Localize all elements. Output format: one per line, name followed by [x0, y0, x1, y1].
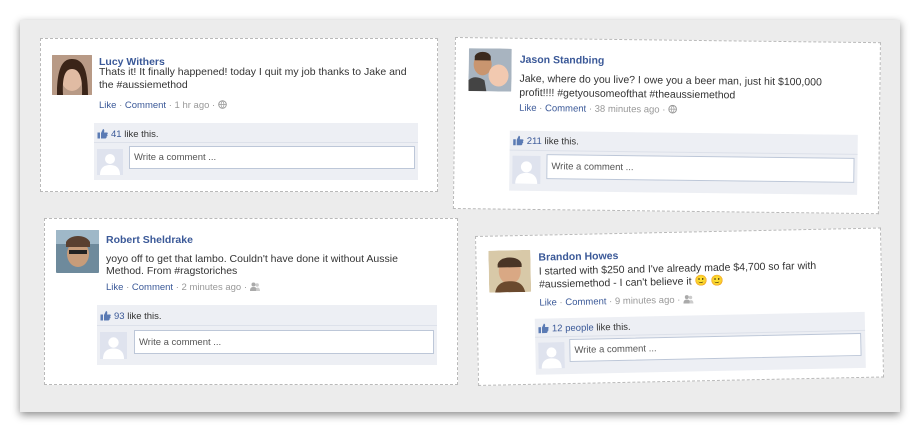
- comment-avatar: [97, 149, 123, 175]
- comment-link[interactable]: Comment: [132, 282, 173, 293]
- post-author[interactable]: Robert Sheldrake: [106, 234, 193, 246]
- like-count[interactable]: 12 people: [552, 323, 594, 335]
- like-suffix: like this.: [596, 321, 631, 334]
- post-meta: Like · Comment · 1 hr ago ·: [99, 100, 227, 111]
- comment-input[interactable]: Write a comment ...: [569, 332, 862, 363]
- comment-link[interactable]: Comment: [125, 100, 166, 111]
- comment-input[interactable]: Write a comment ...: [134, 330, 434, 354]
- separator: ·: [212, 100, 216, 111]
- thumbs-up-icon: [97, 129, 108, 139]
- separator: ·: [126, 282, 130, 293]
- feedback-box: 12 people like this. Write a comment ...: [534, 311, 866, 375]
- like-link[interactable]: Like: [519, 103, 537, 114]
- comment-avatar: [512, 155, 541, 185]
- post-card-brandon: Brandon Howes I started with $250 and I'…: [475, 227, 885, 386]
- post-meta: Like · Comment · 38 minutes ago ·: [519, 103, 677, 116]
- thumbs-up-icon: [100, 311, 111, 321]
- like-count[interactable]: 41: [111, 129, 122, 140]
- like-summary: 211 like this.: [513, 135, 579, 148]
- thumbs-up-icon: [538, 323, 549, 334]
- separator: ·: [588, 103, 593, 115]
- post-author[interactable]: Jason Standbing: [520, 54, 605, 67]
- profile-photo: [468, 48, 512, 92]
- avatar[interactable]: [468, 48, 512, 92]
- like-suffix: like this.: [127, 311, 162, 322]
- post-card-jason: Jason Standbing Jake, where do you live?…: [452, 37, 881, 215]
- default-avatar-icon: [538, 342, 565, 369]
- post-card-lucy: Lucy Withers Thats it! It finally happen…: [40, 38, 438, 192]
- comment-avatar: [538, 342, 565, 369]
- divider: [94, 142, 418, 143]
- friends-icon: [249, 282, 260, 291]
- post-author[interactable]: Brandon Howes: [538, 250, 618, 264]
- timestamp[interactable]: 2 minutes ago: [182, 282, 242, 293]
- post-card-robert: Robert Sheldrake yoyo off to get that la…: [44, 218, 458, 385]
- timestamp[interactable]: 9 minutes ago: [615, 295, 675, 307]
- separator: ·: [662, 104, 666, 116]
- profile-photo: [488, 249, 532, 293]
- comment-link[interactable]: Comment: [565, 296, 606, 308]
- feedback-box: 41 like this. Write a comment ...: [94, 123, 418, 180]
- avatar[interactable]: [488, 249, 532, 293]
- friends-icon: [683, 295, 694, 304]
- globe-icon: [668, 104, 677, 114]
- default-avatar-icon: [97, 149, 123, 175]
- like-summary: 41 like this.: [97, 128, 159, 140]
- feedback-box: 93 like this. Write a comment ...: [97, 305, 437, 365]
- post-text-line2: profit!!!! #getyousomeofthat #theaussiem…: [519, 86, 736, 102]
- post-text-line2: Method. From #ragstoriches: [106, 265, 238, 277]
- separator: ·: [559, 297, 563, 309]
- like-suffix: like this.: [544, 136, 579, 148]
- default-avatar-icon: [100, 332, 127, 359]
- comment-input[interactable]: Write a comment ...: [546, 154, 855, 183]
- avatar[interactable]: [52, 55, 92, 95]
- like-summary: 12 people like this.: [538, 321, 631, 335]
- like-count[interactable]: 211: [527, 136, 542, 147]
- timestamp[interactable]: 38 minutes ago: [595, 104, 660, 116]
- separator: ·: [175, 282, 179, 293]
- separator: ·: [243, 282, 248, 293]
- post-text-line1: Thats it! It finally happened! today I q…: [99, 66, 407, 78]
- post-meta: Like · Comment · 2 minutes ago ·: [106, 282, 260, 293]
- globe-icon: [218, 100, 227, 109]
- like-count[interactable]: 93: [114, 311, 125, 322]
- post-text-line2: #aussiemethod - I can't believe it 🙂 🙂: [538, 274, 724, 291]
- like-summary: 93 like this.: [100, 310, 162, 322]
- post-meta: Like · Comment · 9 minutes ago ·: [539, 294, 694, 309]
- separator: ·: [677, 294, 681, 306]
- separator: ·: [119, 100, 123, 111]
- like-suffix: like this.: [124, 129, 159, 140]
- like-link[interactable]: Like: [539, 297, 557, 308]
- separator: ·: [609, 296, 613, 308]
- avatar[interactable]: [56, 230, 99, 273]
- comment-input[interactable]: Write a comment ...: [129, 146, 415, 169]
- divider: [97, 325, 437, 326]
- thumbs-up-icon: [513, 135, 524, 146]
- profile-photo: [56, 230, 99, 273]
- separator: ·: [168, 100, 172, 111]
- like-link[interactable]: Like: [99, 100, 116, 111]
- post-text-line2: the #aussiemethod: [99, 79, 188, 91]
- separator: ·: [539, 103, 543, 115]
- timestamp[interactable]: 1 hr ago: [175, 100, 210, 111]
- profile-photo: [52, 55, 92, 95]
- comment-avatar: [100, 332, 127, 359]
- comment-link[interactable]: Comment: [545, 103, 586, 115]
- like-link[interactable]: Like: [106, 282, 123, 293]
- feedback-box: 211 like this. Write a comment ...: [509, 130, 858, 195]
- default-avatar-icon: [512, 155, 541, 185]
